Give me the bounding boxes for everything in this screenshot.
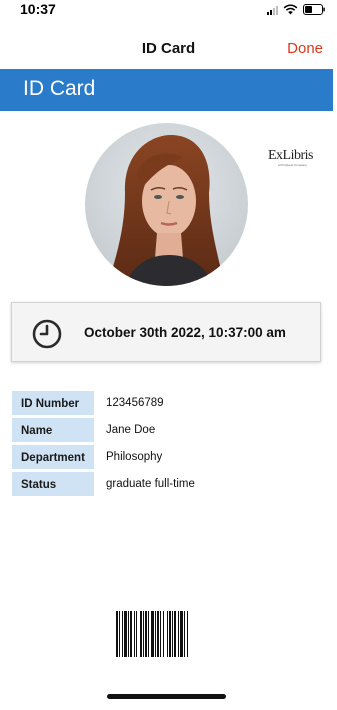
barcode-bar — [119, 611, 120, 657]
profile-photo — [85, 123, 248, 286]
barcode-bar — [178, 611, 179, 657]
barcode-bar — [163, 611, 164, 657]
barcode-bar — [128, 611, 129, 657]
barcode-bar — [174, 611, 176, 657]
logo-text: ExLibris — [268, 148, 314, 163]
barcode-bar — [136, 611, 137, 657]
barcode-bar — [143, 611, 144, 657]
cellular-signal-icon — [267, 5, 278, 15]
info-row-department: Department Philosophy — [12, 445, 312, 472]
barcode-bar — [157, 611, 159, 657]
header-band: ID Card — [0, 69, 333, 111]
name-value: Jane Doe — [106, 424, 156, 436]
barcode-bar — [148, 611, 149, 657]
id-number-value: 123456789 — [106, 397, 164, 409]
barcode-bar — [169, 611, 171, 657]
barcode-bar — [151, 611, 154, 657]
timestamp-card: October 30th 2022, 10:37:00 am — [11, 302, 321, 362]
barcode-bar — [116, 611, 118, 657]
info-row-id-number: ID Number 123456789 — [12, 391, 312, 418]
header-title: ID Card — [23, 77, 96, 100]
logo-subtext: a ProQuest Company — [278, 163, 307, 167]
barcode-bar — [180, 611, 183, 657]
barcode-bar — [145, 611, 147, 657]
barcode-bar — [122, 611, 123, 657]
barcode-bar — [172, 611, 173, 657]
status-bar: 10:37 — [0, 0, 337, 22]
status-time: 10:37 — [20, 1, 56, 17]
barcode-bar — [187, 611, 188, 657]
info-row-status: Status graduate full-time — [12, 472, 312, 499]
id-number-label: ID Number — [12, 391, 94, 415]
exlibris-logo: ExLibris a ProQuest Company — [268, 148, 314, 172]
wifi-icon — [283, 4, 298, 15]
department-label: Department — [12, 445, 94, 469]
name-label: Name — [12, 418, 94, 442]
barcode-bar — [134, 611, 135, 657]
info-table: ID Number 123456789 Name Jane Doe Depart… — [12, 391, 312, 499]
info-row-name: Name Jane Doe — [12, 418, 312, 445]
status-icons — [267, 4, 325, 15]
clock-icon — [32, 319, 62, 349]
barcode-bar — [160, 611, 161, 657]
status-label: Status — [12, 472, 94, 496]
timestamp-text: October 30th 2022, 10:37:00 am — [84, 325, 286, 340]
status-value: graduate full-time — [106, 478, 195, 490]
barcode-bar — [130, 611, 132, 657]
done-button[interactable]: Done — [287, 40, 323, 57]
barcode-bar — [140, 611, 142, 657]
home-indicator[interactable] — [107, 694, 226, 699]
barcode-bar — [184, 611, 185, 657]
barcode-bar — [124, 611, 127, 657]
department-value: Philosophy — [106, 451, 163, 463]
battery-icon — [303, 4, 325, 15]
barcode — [116, 611, 188, 657]
nav-bar: ID Card Done — [0, 30, 337, 68]
barcode-bar — [155, 611, 156, 657]
barcode-bar — [167, 611, 168, 657]
